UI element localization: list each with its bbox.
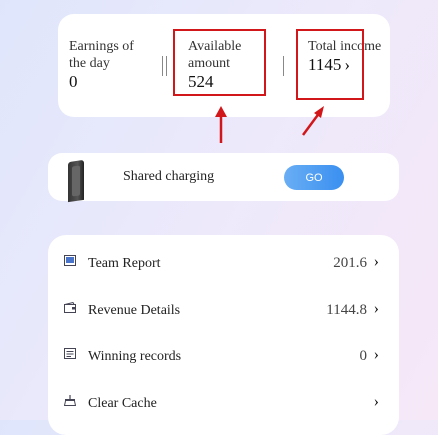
- menu-item-label: Winning records: [88, 349, 182, 364]
- go-button[interactable]: GO: [284, 165, 344, 190]
- menu-item-label: Clear Cache: [88, 396, 157, 411]
- chevron-right-icon: ›: [373, 393, 379, 410]
- report-icon: [64, 255, 76, 266]
- menu-item-revenue-details[interactable]: Revenue Details 1144.8 ›: [48, 285, 399, 331]
- arrow-up-head: [215, 106, 227, 117]
- menu-item-value: 1144.8: [326, 302, 367, 318]
- menu-item-label: Team Report: [88, 256, 161, 271]
- menu-item-value: 0: [359, 348, 368, 364]
- menu-item-clear-cache[interactable]: Clear Cache ›: [48, 378, 399, 424]
- records-icon: [64, 348, 76, 359]
- menu-card: Team Report 201.6 › Revenue Details 1144…: [48, 235, 399, 435]
- menu-item-winning-records[interactable]: Winning records 0 ›: [48, 331, 399, 377]
- menu-item-value: 201.6: [333, 255, 367, 271]
- power-bank-icon: [68, 159, 84, 203]
- shared-charging-label: Shared charging: [123, 169, 215, 184]
- chevron-right-icon: ›: [373, 300, 379, 317]
- menu-item-team-report[interactable]: Team Report 201.6 ›: [48, 238, 399, 284]
- shared-charging-card: Shared charging GO: [48, 153, 399, 203]
- menu-item-label: Revenue Details: [88, 303, 181, 318]
- broom-icon: [64, 395, 76, 406]
- chevron-right-icon: ›: [373, 253, 379, 270]
- wallet-icon: [64, 302, 76, 313]
- chevron-right-icon: ›: [373, 346, 379, 363]
